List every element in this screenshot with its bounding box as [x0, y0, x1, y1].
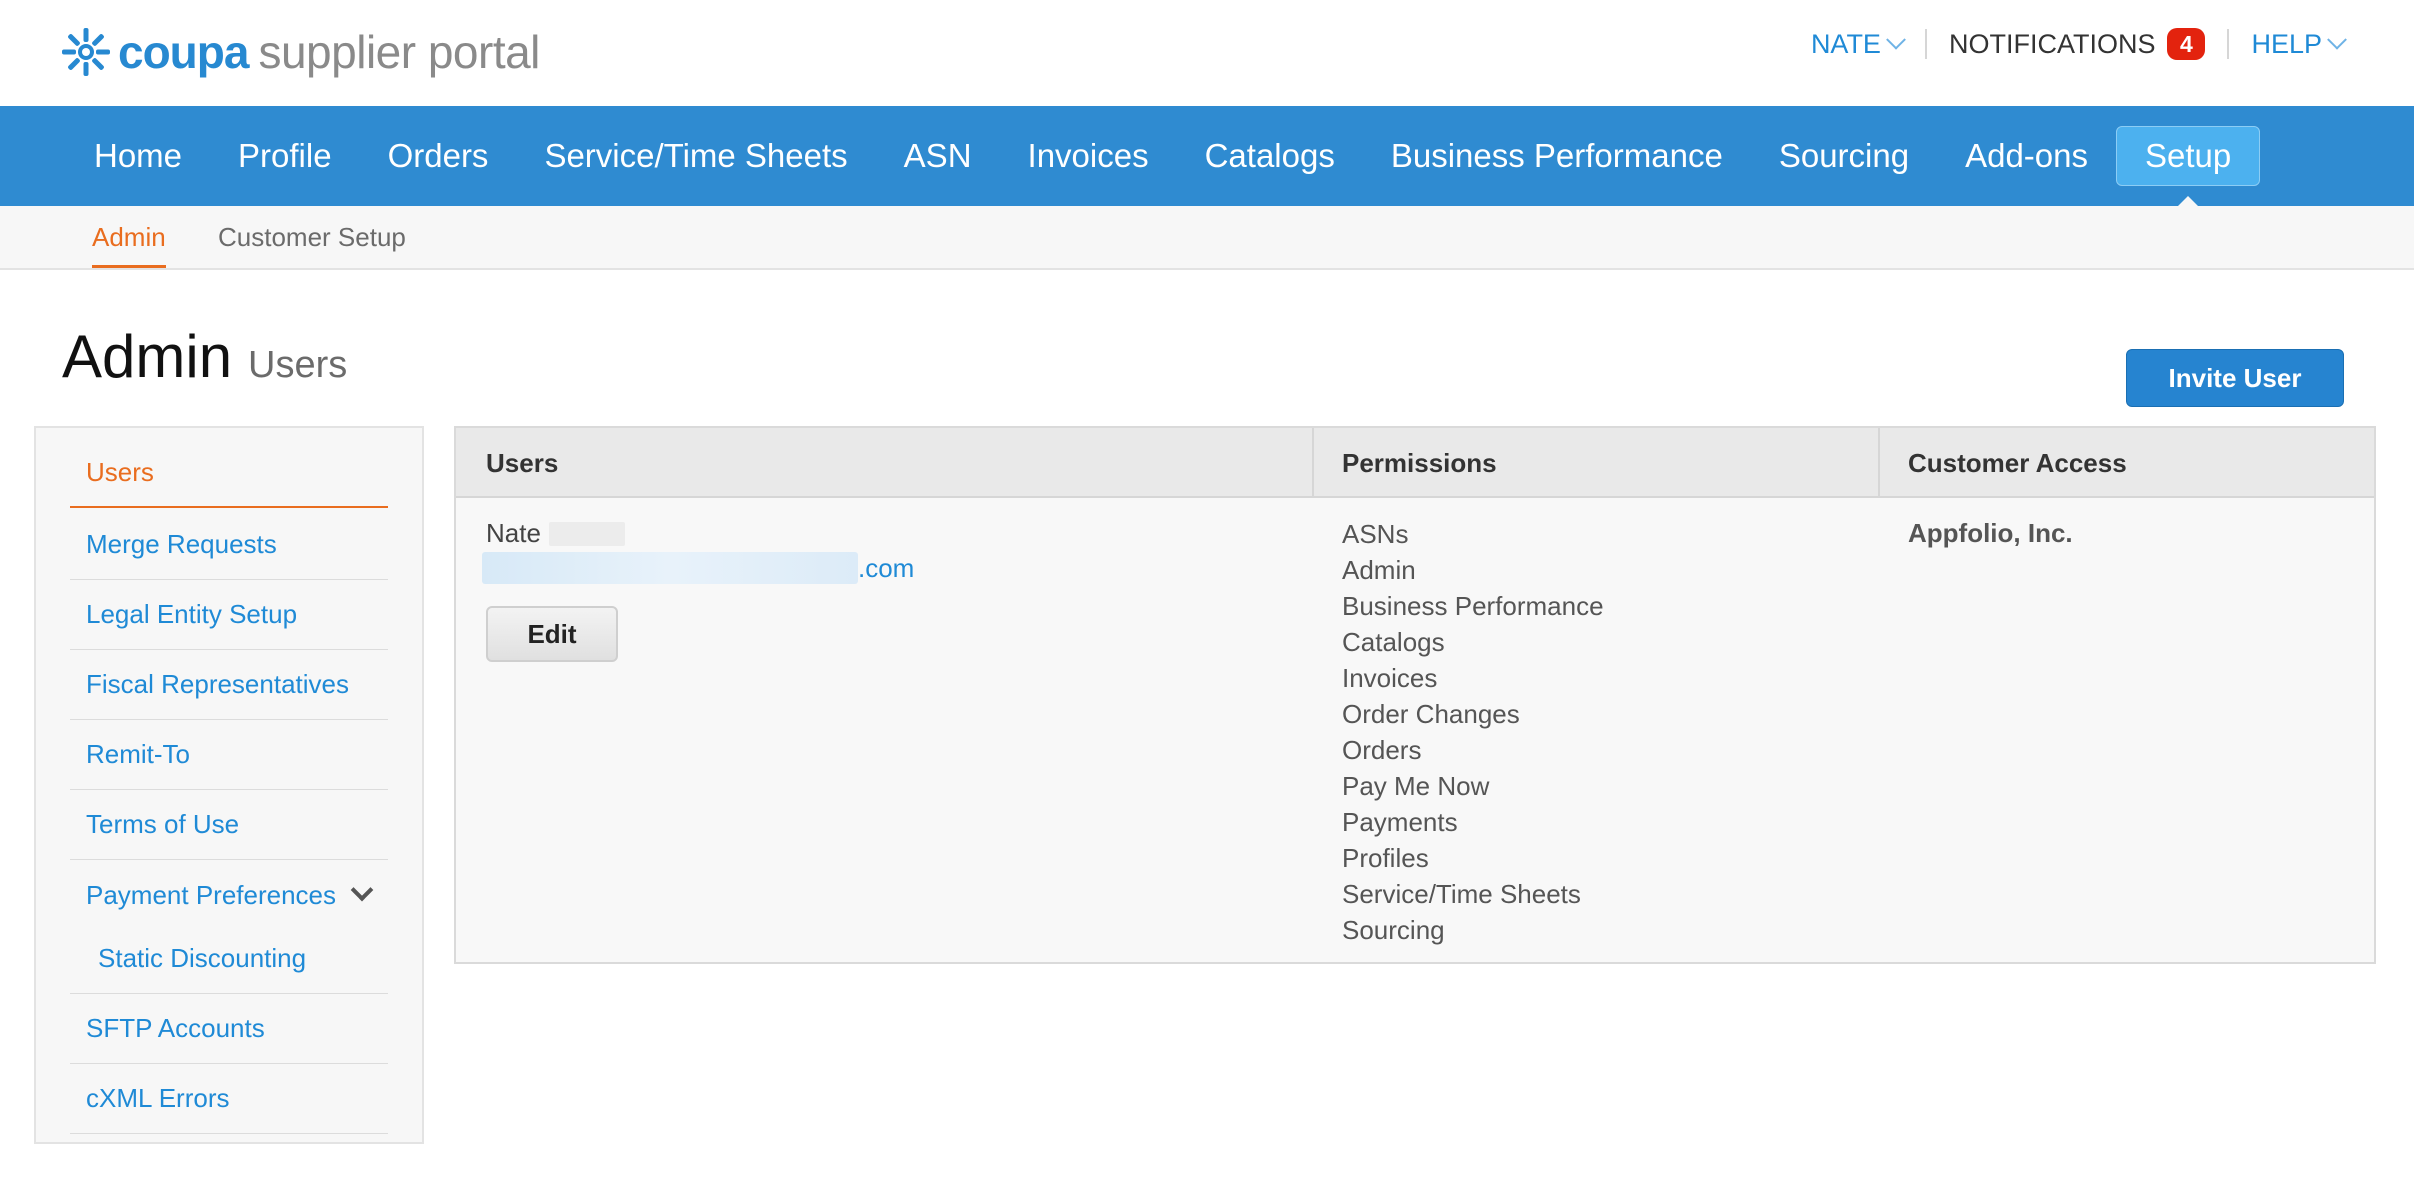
nav-item-profile[interactable]: Profile — [210, 126, 360, 186]
sub-nav: Admin Customer Setup — [0, 206, 2414, 270]
sidebar-item-terms-of-use[interactable]: Terms of Use — [70, 790, 388, 860]
permission-item: Admin — [1342, 555, 1416, 585]
nav-item-add-ons[interactable]: Add-ons — [1937, 126, 2116, 186]
column-header-customer-access: Customer Access — [1908, 447, 2127, 478]
top-links: NATE NOTIFICATIONS 4 HELP — [1810, 24, 2347, 64]
user-first-name: Nate — [486, 518, 541, 548]
permission-item: Payments — [1342, 807, 1458, 837]
main-nav-items: Home Profile Orders Service/Time Sheets … — [66, 124, 2261, 208]
divider — [1924, 29, 1927, 59]
notifications-link[interactable]: NOTIFICATIONS 4 — [1949, 28, 2206, 60]
chevron-down-icon — [1886, 29, 1906, 50]
coupa-snowflake-icon — [62, 28, 110, 76]
permission-item: Pay Me Now — [1342, 771, 1490, 801]
table-header: Users Permissions Customer Access — [456, 428, 2374, 498]
logo-text-coupa: coupa — [118, 26, 249, 78]
sidebar-item-static-discounting[interactable]: Static Discounting — [70, 924, 388, 994]
users-table: Users Permissions Customer Access Nate .… — [454, 426, 2376, 964]
permission-item: Catalogs — [1342, 627, 1445, 657]
sidebar-item-label: Static Discounting — [98, 943, 307, 973]
nav-item-service-time-sheets[interactable]: Service/Time Sheets — [516, 126, 875, 186]
admin-sidebar: Users Merge Requests Legal Entity Setup … — [34, 426, 424, 1144]
user-email-link[interactable]: .com — [482, 552, 914, 584]
invite-user-button[interactable]: Invite User — [2126, 349, 2344, 407]
notification-count-badge: 4 — [2167, 28, 2206, 60]
sidebar-item-label: cXML Errors — [86, 1083, 230, 1113]
permission-item: Order Changes — [1342, 699, 1520, 729]
redacted-email — [482, 552, 858, 584]
sidebar-item-payment-preferences[interactable]: Payment Preferences — [70, 860, 388, 930]
edit-user-button[interactable]: Edit — [486, 606, 618, 662]
nav-item-orders[interactable]: Orders — [360, 126, 517, 186]
sidebar-item-remit-to[interactable]: Remit-To — [70, 720, 388, 790]
subnav-tab-admin[interactable]: Admin — [92, 222, 166, 268]
page-title: Admin — [62, 323, 233, 390]
divider — [2227, 29, 2230, 59]
user-menu[interactable]: NATE — [1810, 28, 1906, 60]
help-menu-label: HELP — [2251, 28, 2322, 59]
permission-item: Profiles — [1342, 843, 1429, 873]
sidebar-item-label: Merge Requests — [86, 529, 277, 559]
user-email-suffix: .com — [858, 552, 915, 583]
nav-item-business-performance[interactable]: Business Performance — [1363, 126, 1751, 186]
sidebar-item-merge-requests[interactable]: Merge Requests — [70, 510, 388, 580]
sidebar-item-fiscal-representatives[interactable]: Fiscal Representatives — [70, 650, 388, 720]
subnav-tab-customer-setup[interactable]: Customer Setup — [218, 222, 406, 253]
sidebar-item-label: Payment Preferences — [86, 879, 337, 910]
page-subtitle: Users — [248, 344, 348, 386]
column-header-permissions: Permissions — [1342, 447, 1497, 478]
user-menu-label: NATE — [1810, 28, 1881, 59]
permission-item: Business Performance — [1342, 591, 1604, 621]
sidebar-item-label: Legal Entity Setup — [86, 599, 298, 629]
permission-item: Service/Time Sheets — [1342, 879, 1581, 909]
sidebar-item-label: Fiscal Representatives — [86, 669, 349, 699]
logo-text-supplier-portal: supplier portal — [258, 26, 540, 78]
sidebar-item-legal-entity-setup[interactable]: Legal Entity Setup — [70, 580, 388, 650]
permission-item: Sourcing — [1342, 915, 1445, 945]
chevron-down-icon — [2327, 29, 2347, 50]
permission-item: ASNs — [1342, 519, 1409, 549]
nav-item-sourcing[interactable]: Sourcing — [1751, 126, 1937, 186]
sidebar-item-label: SFTP Accounts — [86, 1013, 265, 1043]
nav-item-home[interactable]: Home — [66, 126, 210, 186]
chevron-down-icon[interactable] — [350, 878, 374, 902]
customer-access-value: Appfolio, Inc. — [1908, 518, 2073, 548]
nav-item-setup[interactable]: Setup — [2116, 126, 2261, 208]
redacted-last-name — [548, 521, 625, 546]
permission-item: Orders — [1342, 735, 1422, 765]
user-name: Nate — [486, 518, 625, 549]
sidebar-item-cxml-errors[interactable]: cXML Errors — [70, 1064, 388, 1134]
sidebar-item-users[interactable]: Users — [70, 438, 388, 508]
nav-item-invoices[interactable]: Invoices — [1000, 126, 1177, 186]
column-header-users: Users — [486, 447, 559, 478]
coupa-logo[interactable]: coupa supplier portal — [60, 22, 540, 82]
permissions-list: ASNs Admin Business Performance Catalogs… — [1342, 516, 1604, 948]
sidebar-item-label: Remit-To — [86, 739, 191, 769]
top-header: coupa supplier portal NATE NOTIFICATIONS… — [0, 0, 2414, 106]
sidebar-item-label: Users — [86, 456, 154, 487]
sidebar-item-label: Terms of Use — [86, 809, 240, 839]
sidebar-item-sftp-accounts[interactable]: SFTP Accounts — [70, 994, 388, 1064]
nav-item-catalogs[interactable]: Catalogs — [1177, 126, 1363, 186]
nav-item-asn[interactable]: ASN — [876, 126, 1000, 186]
main-nav: Home Profile Orders Service/Time Sheets … — [0, 106, 2414, 208]
help-menu[interactable]: HELP — [2251, 28, 2347, 60]
permission-item: Invoices — [1342, 663, 1438, 693]
notifications-label: NOTIFICATIONS — [1948, 28, 2156, 59]
